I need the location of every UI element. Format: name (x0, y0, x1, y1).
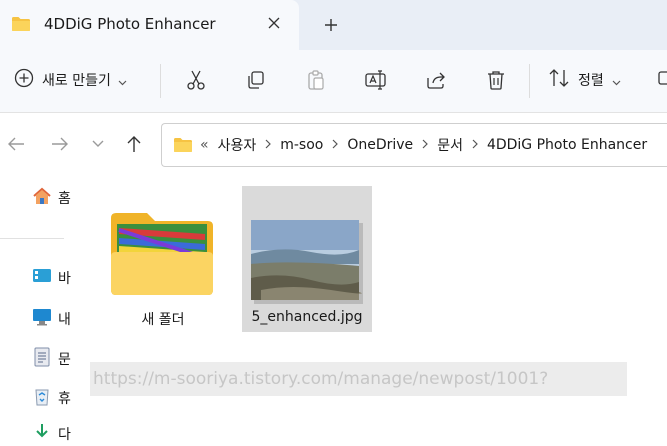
sidebar-item-label: 내 (58, 312, 71, 328)
new-button[interactable]: 새로 만들기 (14, 66, 127, 94)
breadcrumb: « 사용자 m-soo OneDrive 문서 4DDiG Photo Enha… (200, 135, 647, 155)
chevron-right-icon[interactable] (422, 137, 429, 153)
navigation-bar: « 사용자 m-soo OneDrive 문서 4DDiG Photo Enha… (0, 113, 667, 175)
address-bar[interactable]: « 사용자 m-soo OneDrive 문서 4DDiG Photo Enha… (161, 123, 667, 167)
breadcrumb-item[interactable]: 사용자 (218, 135, 257, 155)
chevron-down-icon (118, 71, 127, 90)
file-name: 5_enhanced.jpg (251, 309, 363, 325)
copy-icon[interactable] (243, 67, 269, 93)
sidebar-item-desktop[interactable]: 바 (32, 266, 71, 290)
up-arrow-icon[interactable] (123, 133, 145, 155)
folder-thumbnail-icon (109, 210, 215, 302)
document-icon (32, 347, 52, 371)
chevron-right-icon[interactable] (265, 137, 272, 153)
sort-icon (548, 68, 570, 92)
tab-title: 4DDiG Photo Enhancer (44, 15, 216, 33)
sidebar-item-label: 휴 (58, 391, 71, 407)
toolbar-divider (529, 64, 530, 98)
close-icon[interactable] (263, 12, 285, 34)
image-file-item[interactable]: 5_enhanced.jpg (242, 186, 372, 332)
home-icon (32, 186, 52, 210)
folder-icon (173, 137, 193, 157)
sort-button[interactable]: 정렬 (548, 66, 621, 94)
sidebar-item-label: 다 (58, 427, 71, 443)
sidebar-item-downloads[interactable]: 다 (32, 422, 71, 446)
recent-chevron-icon[interactable] (87, 133, 109, 155)
back-arrow-icon[interactable] (5, 133, 27, 155)
sidebar-item-label: 바 (58, 271, 71, 287)
view-icon[interactable] (658, 67, 667, 93)
sidebar-item-documents[interactable]: 문 (32, 347, 71, 371)
url-watermark: https://m-sooriya.tistory.com/manage/new… (90, 362, 627, 396)
command-bar: 새로 만들기 정렬 (0, 50, 667, 113)
download-icon (32, 422, 52, 446)
chevron-right-icon[interactable] (472, 137, 478, 153)
rename-icon[interactable] (363, 67, 389, 93)
sidebar-item-label: 홈 (58, 191, 71, 207)
new-button-label: 새로 만들기 (42, 73, 111, 89)
pc-icon (32, 308, 52, 330)
sidebar-item-home[interactable]: 홈 (32, 186, 71, 210)
folder-icon (11, 16, 31, 36)
sidebar-item-pc[interactable]: 내 (32, 307, 71, 331)
sidebar-divider (0, 238, 64, 239)
cut-icon[interactable] (183, 67, 209, 93)
breadcrumb-item[interactable]: 4DDiG Photo Enhancer (487, 137, 647, 153)
sidebar-item-recycle-bin[interactable]: 휴 (32, 386, 71, 410)
tab-active[interactable]: 4DDiG Photo Enhancer (0, 0, 299, 50)
breadcrumb-item[interactable]: m-soo (280, 137, 323, 153)
navigation-pane: 홈 바 내 문 휴 다 (0, 176, 80, 443)
breadcrumb-item[interactable]: 문서 (437, 135, 463, 155)
file-view: 새 폴더 5_enhanced.jpg (80, 176, 667, 436)
title-bar: 4DDiG Photo Enhancer (0, 0, 667, 50)
chevron-right-icon[interactable] (332, 137, 339, 153)
toolbar-divider (160, 64, 161, 98)
share-icon[interactable] (423, 67, 449, 93)
sidebar-item-label: 문 (58, 352, 71, 368)
sort-button-label: 정렬 (578, 73, 604, 89)
desktop-icon (32, 267, 52, 289)
folder-item[interactable]: 새 폴더 (98, 186, 228, 332)
paste-icon[interactable] (303, 67, 329, 93)
new-tab-button[interactable] (320, 14, 342, 36)
recycle-bin-icon (32, 386, 52, 410)
breadcrumb-item[interactable]: OneDrive (347, 137, 413, 153)
image-thumbnail (251, 220, 363, 308)
plus-circle-icon (14, 68, 34, 92)
delete-icon[interactable] (483, 67, 509, 93)
breadcrumb-overflow[interactable]: « (200, 137, 209, 153)
chevron-down-icon (612, 71, 621, 90)
file-name: 새 폴더 (141, 312, 185, 328)
forward-arrow-icon[interactable] (49, 133, 71, 155)
